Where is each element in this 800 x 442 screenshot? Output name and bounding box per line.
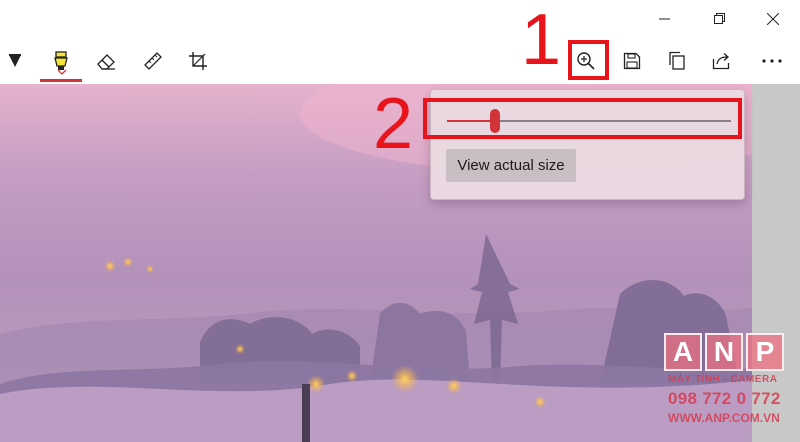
ballpoint-pen-icon (9, 54, 21, 67)
share-icon (712, 53, 730, 70)
watermark-website: WWW.ANP.COM.VN (668, 411, 780, 425)
copy-icon (669, 51, 685, 70)
more-icon (762, 59, 782, 63)
restore-icon (714, 13, 725, 24)
minimize-button[interactable] (642, 0, 688, 38)
minimize-icon (659, 18, 670, 20)
annotation-step-1: 1 (521, 0, 562, 80)
crop-button[interactable] (178, 38, 218, 84)
annotation-step-2: 2 (373, 84, 414, 164)
watermark-letter: N (705, 333, 743, 371)
highlight-box-zoom (568, 40, 609, 80)
watermark-tagline: MÁY TÍNH - CAMERA (668, 374, 778, 385)
selected-tool-indicator (40, 79, 82, 82)
ballpoint-pen-button[interactable] (0, 38, 35, 84)
save-icon (623, 52, 641, 70)
chevron-down-icon[interactable] (57, 69, 67, 75)
close-button[interactable] (750, 0, 796, 38)
eraser-button[interactable] (86, 38, 126, 84)
more-button[interactable] (752, 38, 792, 84)
view-actual-size-button[interactable]: View actual size (446, 149, 576, 182)
highlighter-button[interactable] (41, 38, 81, 84)
title-bar (0, 0, 800, 38)
watermark-phone: 098 772 0 772 (668, 389, 781, 408)
ruler-icon (144, 52, 162, 70)
close-icon (767, 13, 779, 25)
watermark-letter: P (746, 333, 784, 371)
restore-button[interactable] (697, 0, 743, 38)
toolbar (0, 38, 800, 84)
watermark-letter: A (664, 333, 702, 371)
eraser-icon (97, 54, 115, 70)
crop-icon (189, 52, 207, 70)
ruler-button[interactable] (133, 38, 173, 84)
share-button[interactable] (702, 38, 742, 84)
save-button[interactable] (612, 38, 652, 84)
highlight-box-slider (423, 98, 742, 139)
highlighter-icon (54, 51, 68, 70)
copy-button[interactable] (657, 38, 697, 84)
